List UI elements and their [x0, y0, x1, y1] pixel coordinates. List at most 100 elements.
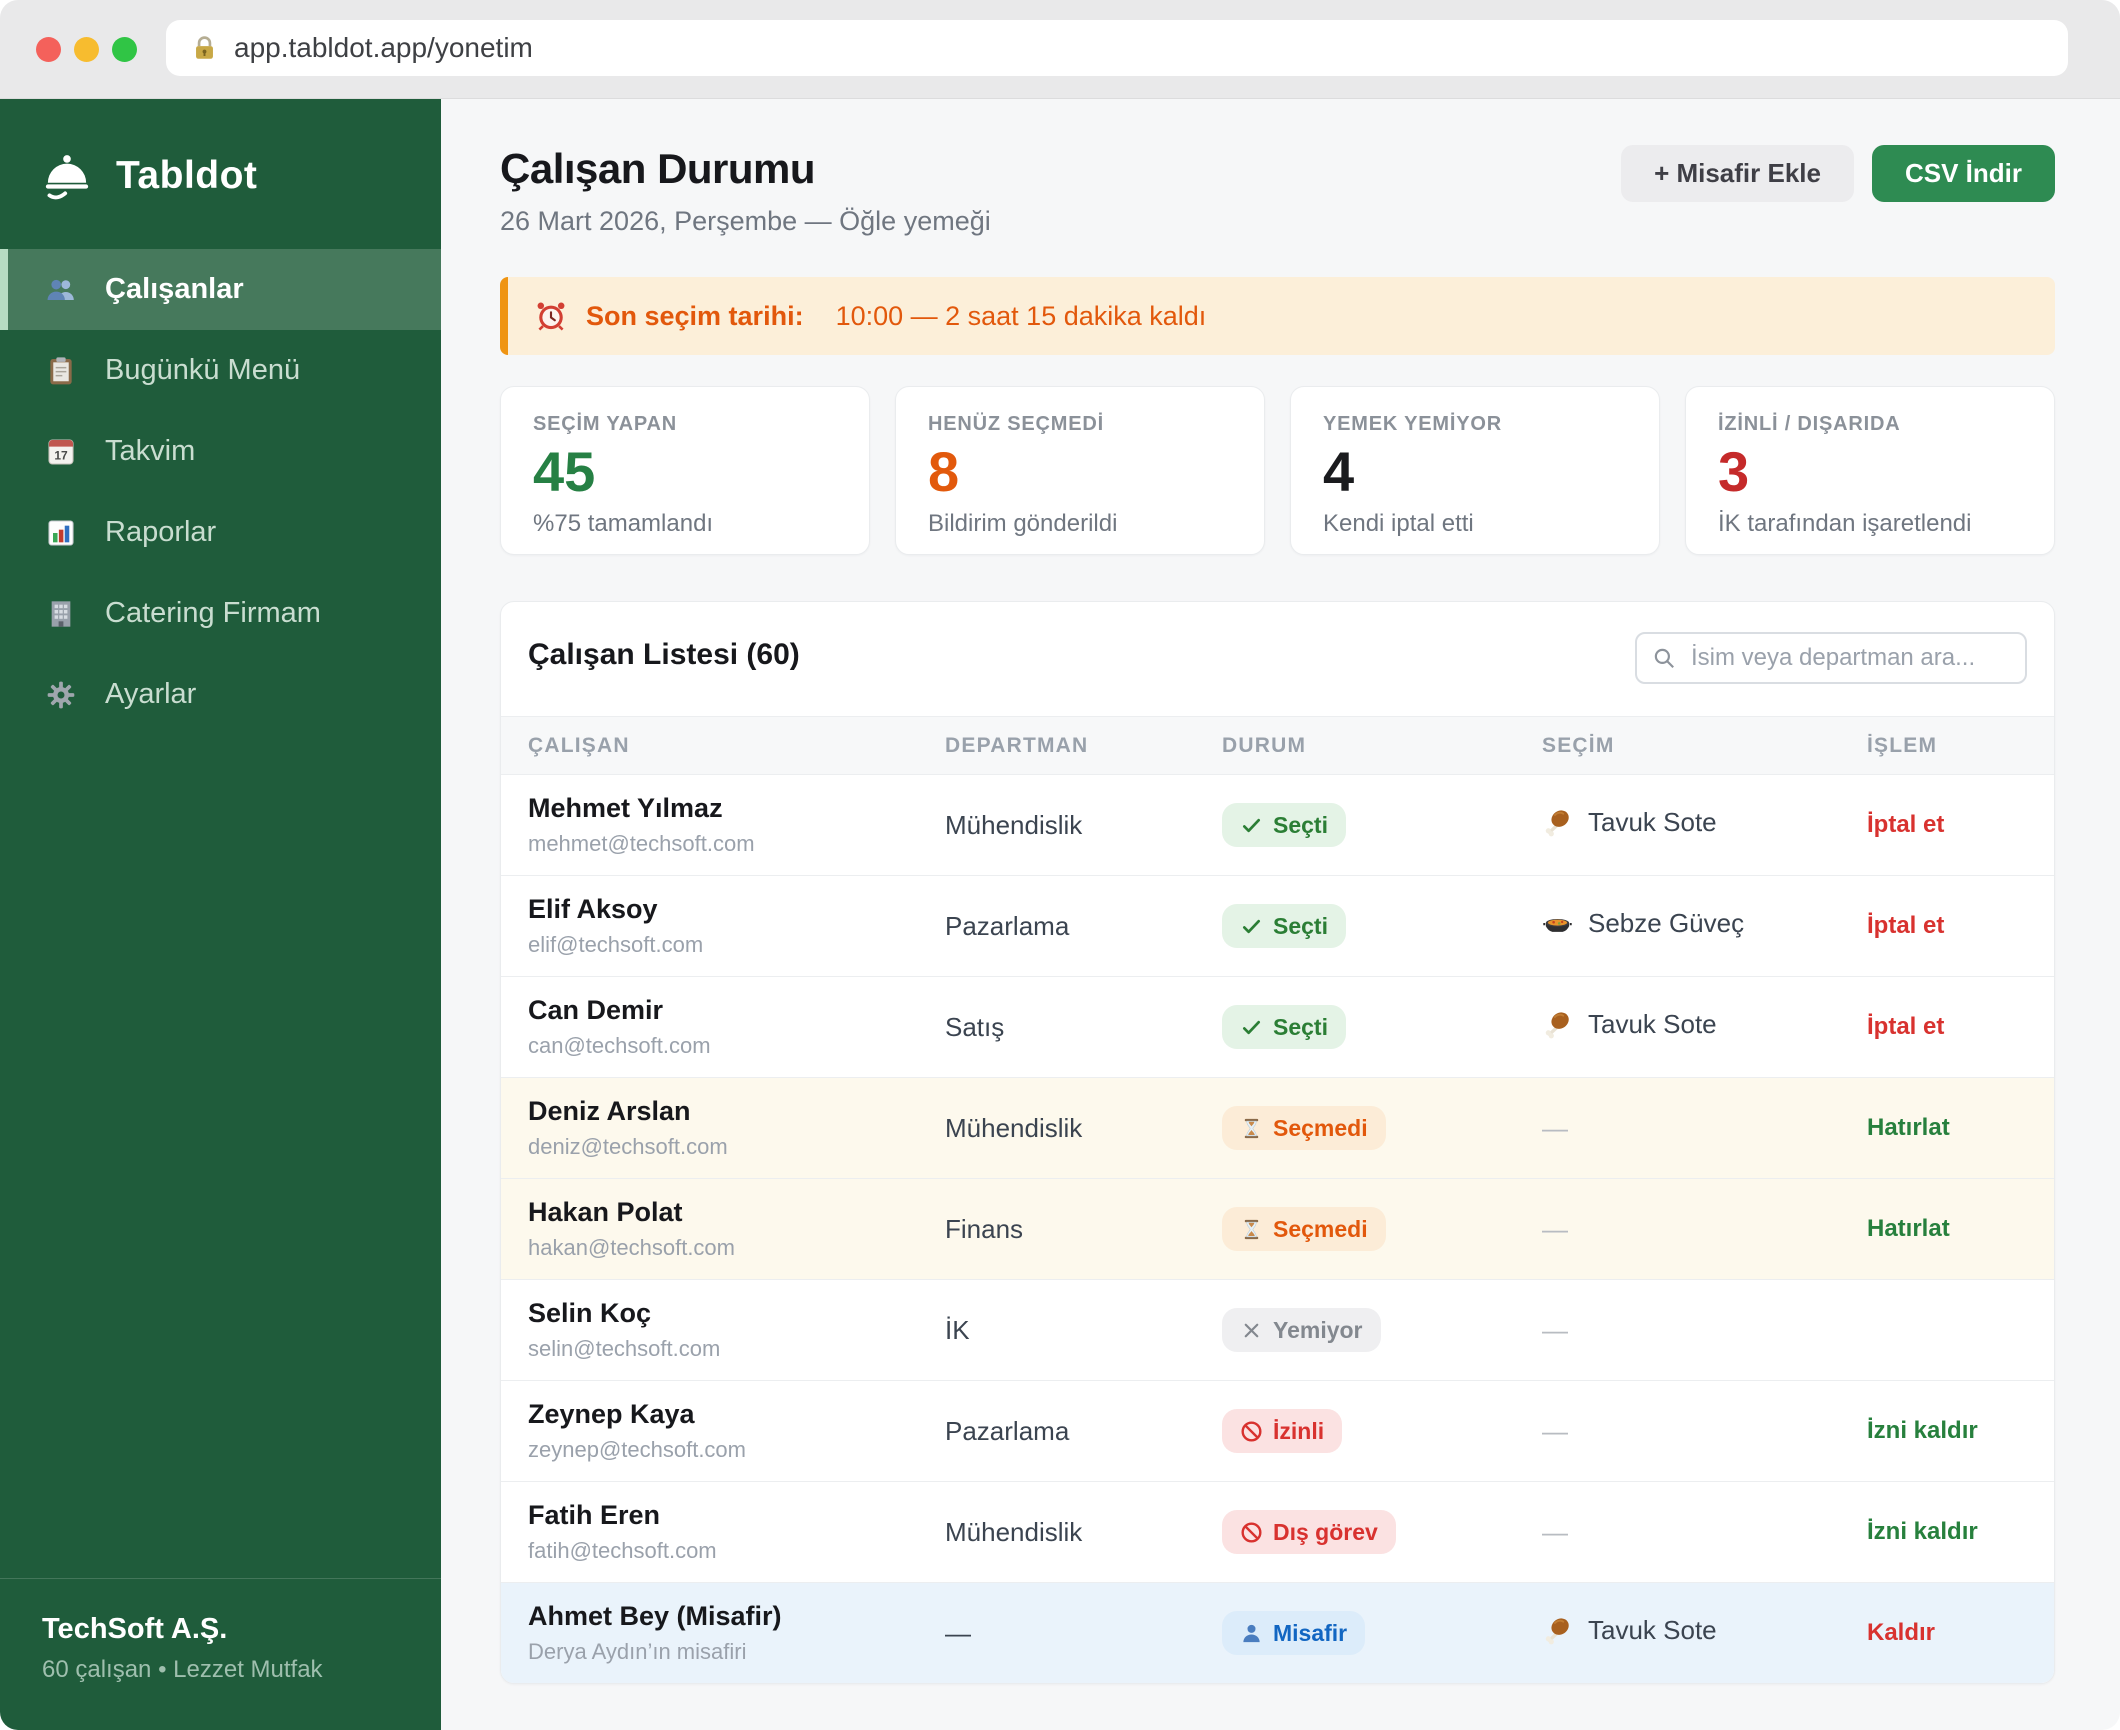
minimize-window-button[interactable] [74, 36, 99, 62]
action-link[interactable]: İptal et [1867, 912, 1944, 939]
table-row: Elif Aksoy elif@techsoft.com Pazarlama S… [501, 875, 2054, 976]
sidebar-item-label: Catering Firmam [105, 597, 321, 629]
column-header: İŞLEM [1867, 733, 1938, 757]
sidebar-item[interactable]: 17 Takvim [0, 411, 441, 492]
action-link[interactable]: İzni kaldır [1867, 1417, 1978, 1444]
action-link[interactable]: Hatırlat [1867, 1215, 1950, 1242]
employee-name: Fatih Eren [528, 1500, 661, 1530]
check-icon [1240, 1016, 1263, 1039]
employee-cell: Zeynep Kaya zeynep@techsoft.com [528, 1399, 945, 1463]
employee-name: Zeynep Kaya [528, 1399, 695, 1429]
check-icon [1240, 915, 1263, 938]
department-cell: — [945, 1617, 971, 1648]
page-subtitle: 26 Mart 2026, Perşembe — Öğle yemeği [500, 206, 991, 236]
sidebar-item[interactable]: Bugünkü Menü [0, 330, 441, 411]
action-link[interactable]: İzni kaldır [1867, 1518, 1978, 1545]
status-cell: Seçti [1222, 1005, 1542, 1049]
table-row: Hakan Polat hakan@techsoft.com Finans Se… [501, 1178, 2054, 1279]
gear-icon [45, 679, 77, 711]
sidebar-item-label: Takvim [105, 435, 196, 467]
company-meta: 60 çalışan • Lezzet Mutfak [42, 1656, 323, 1683]
employee-table-card: Çalışan Listesi (60) ÇALIŞAN DEPARTMAN D… [500, 601, 2055, 1684]
action-cell: Kaldır [1867, 1619, 2027, 1647]
choice-cell: Tavuk Sote — [1542, 1615, 1867, 1651]
header-actions: + Misafir Ekle CSV İndir [1621, 145, 2055, 202]
sidebar-item[interactable]: Ayarlar [0, 654, 441, 735]
url-text: app.tabldot.app/yonetim [234, 32, 533, 63]
status-badge: İzinli [1222, 1409, 1343, 1453]
meal-choice-label: Tavuk Sote [1588, 1615, 1717, 1645]
hourglass-icon [1240, 1218, 1263, 1241]
alarm-clock-icon [534, 299, 568, 333]
employee-name: Deniz Arslan [528, 1096, 691, 1126]
status-cell: Misafir [1222, 1611, 1542, 1655]
employee-name: Selin Koç [528, 1298, 652, 1328]
stat-sub: İK tarafından işaretlendi [1718, 510, 1972, 537]
status-label: Seçmedi [1273, 1114, 1368, 1141]
action-link[interactable]: İptal et [1867, 811, 1944, 838]
zoom-window-button[interactable] [112, 36, 137, 62]
status-label: Dış görev [1273, 1518, 1378, 1545]
stat-card: SEÇİM YAPAN 45 %75 tamamlandı [500, 386, 870, 555]
action-cell: Hatırlat [1867, 1114, 2027, 1142]
stat-sub: Bildirim gönderildi [928, 510, 1118, 537]
users-icon [45, 274, 77, 306]
chicken-icon [1542, 1009, 1573, 1040]
hourglass-icon [1240, 1117, 1263, 1140]
add-guest-button[interactable]: + Misafir Ekle [1621, 145, 1854, 202]
action-cell: İptal et [1867, 912, 2027, 940]
employee-name: Can Demir [528, 995, 664, 1025]
search-icon [1651, 645, 1677, 671]
stat-label: SEÇİM YAPAN [533, 413, 678, 435]
app-logo: Tabldot [0, 99, 441, 203]
choice-cell: — [1542, 1517, 1867, 1548]
department-cell: İK [945, 1314, 970, 1345]
action-cell: İzni kaldır [1867, 1518, 2027, 1546]
svg-text:17: 17 [54, 448, 68, 462]
meal-choice-label: Tavuk Sote [1588, 807, 1717, 837]
sidebar-item[interactable]: Raporlar [0, 492, 441, 573]
sidebar-item[interactable]: Catering Firmam [0, 573, 441, 654]
deadline-alert: Son seçim tarihi: 10:00 — 2 saat 15 daki… [500, 277, 2055, 355]
status-label: Yemiyor [1273, 1316, 1363, 1343]
clipboard-icon [45, 355, 77, 387]
employee-name: Hakan Polat [528, 1197, 683, 1227]
department-cell: Finans [945, 1213, 1024, 1244]
employee-cell: Ahmet Bey (Misafir) Derya Aydın’ın misaf… [528, 1601, 945, 1665]
sidebar-footer: TechSoft A.Ş. 60 çalışan • Lezzet Mutfak [0, 1578, 441, 1730]
choice-cell: Tavuk Sote — [1542, 807, 1867, 843]
choice-empty: — [1542, 1516, 1568, 1547]
building-icon [45, 598, 77, 630]
meal-choice-label: Tavuk Sote [1588, 1009, 1717, 1039]
action-link[interactable]: Kaldır [1867, 1619, 1935, 1646]
browser-chrome: app.tabldot.app/yonetim [0, 0, 2120, 99]
employee-sub: mehmet@techsoft.com [528, 831, 755, 856]
table-row: Zeynep Kaya zeynep@techsoft.com Pazarlam… [501, 1380, 2054, 1481]
search-input[interactable] [1635, 632, 2027, 684]
lock-icon [190, 34, 219, 63]
address-bar[interactable]: app.tabldot.app/yonetim [166, 20, 2068, 76]
stat-card: HENÜZ SEÇMEDİ 8 Bildirim gönderildi [895, 386, 1265, 555]
action-link[interactable]: İptal et [1867, 1013, 1944, 1040]
table-row: Ahmet Bey (Misafir) Derya Aydın’ın misaf… [501, 1582, 2054, 1683]
close-window-button[interactable] [36, 36, 61, 62]
employee-sub: can@techsoft.com [528, 1033, 711, 1058]
employee-sub: deniz@techsoft.com [528, 1134, 728, 1159]
employee-cell: Selin Koç selin@techsoft.com [528, 1298, 945, 1362]
sidebar-item[interactable]: Çalışanlar [0, 249, 441, 330]
x-icon [1240, 1319, 1263, 1342]
status-badge: Seçmedi [1222, 1207, 1386, 1251]
sidebar-item-label: Çalışanlar [105, 273, 244, 305]
company-name: TechSoft A.Ş. [42, 1613, 228, 1645]
status-badge: Seçmedi [1222, 1106, 1386, 1150]
stat-card: İZİNLİ / DIŞARIDA 3 İK tarafından işaret… [1685, 386, 2055, 555]
column-header: DEPARTMAN [945, 733, 1089, 757]
status-cell: Seçmedi [1222, 1106, 1542, 1150]
status-label: İzinli [1273, 1417, 1325, 1444]
choice-empty: — [1542, 1415, 1568, 1446]
column-header: DURUM [1222, 733, 1307, 757]
action-link[interactable]: Hatırlat [1867, 1114, 1950, 1141]
no-entry-icon [1240, 1521, 1263, 1544]
employee-sub: zeynep@techsoft.com [528, 1437, 746, 1462]
csv-download-button[interactable]: CSV İndir [1871, 145, 2055, 202]
